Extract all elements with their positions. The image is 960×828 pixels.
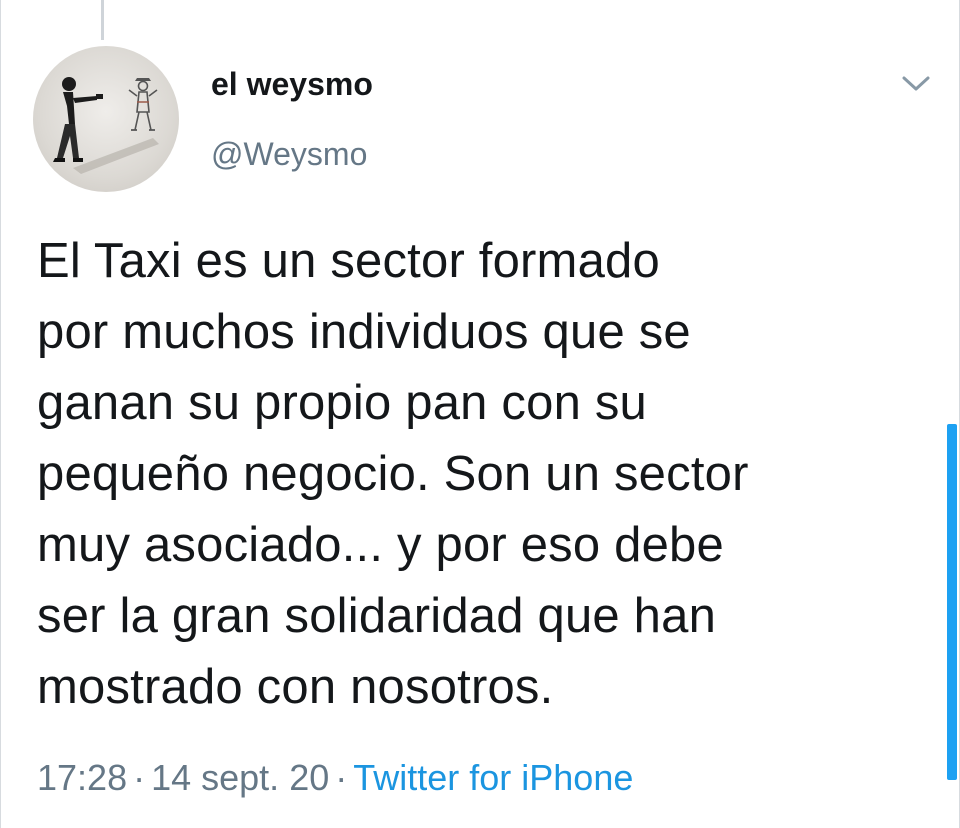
thread-connector-line bbox=[101, 0, 104, 40]
scrollbar-thumb[interactable] bbox=[947, 424, 957, 780]
avatar[interactable] bbox=[33, 46, 179, 192]
tweet-text-line: muy asociado... y por eso debe bbox=[37, 518, 724, 572]
tweet-text: El Taxi es un sector formado por muchos … bbox=[37, 226, 917, 723]
meta-separator: · bbox=[133, 757, 146, 798]
tweet-text-line: ganan su propio pan con su bbox=[37, 376, 647, 430]
chevron-down-icon[interactable] bbox=[894, 66, 938, 102]
display-name[interactable]: el weysmo bbox=[211, 66, 373, 103]
tweet-card: el weysmo @Weysmo El Taxi es un sector f… bbox=[0, 0, 960, 828]
user-handle[interactable]: @Weysmo bbox=[211, 136, 367, 173]
tweet-text-line: ser la gran solidaridad que han bbox=[37, 589, 717, 643]
avatar-image bbox=[53, 77, 159, 174]
tweet-text-line: mostrado con nosotros. bbox=[37, 660, 554, 714]
tweet-time[interactable]: 17:28 bbox=[37, 757, 127, 798]
tweet-text-line: por muchos individuos que se bbox=[37, 305, 691, 359]
tweet-text-line: pequeño negocio. Son un sector bbox=[37, 447, 749, 501]
tweet-metadata: 17:28 · 14 sept. 20 · Twitter for iPhone bbox=[37, 757, 633, 799]
tweet-source-link[interactable]: Twitter for iPhone bbox=[353, 757, 633, 798]
meta-separator: · bbox=[335, 757, 348, 798]
tweet-text-line: El Taxi es un sector formado bbox=[37, 234, 660, 288]
tweet-date[interactable]: 14 sept. 20 bbox=[151, 757, 329, 798]
